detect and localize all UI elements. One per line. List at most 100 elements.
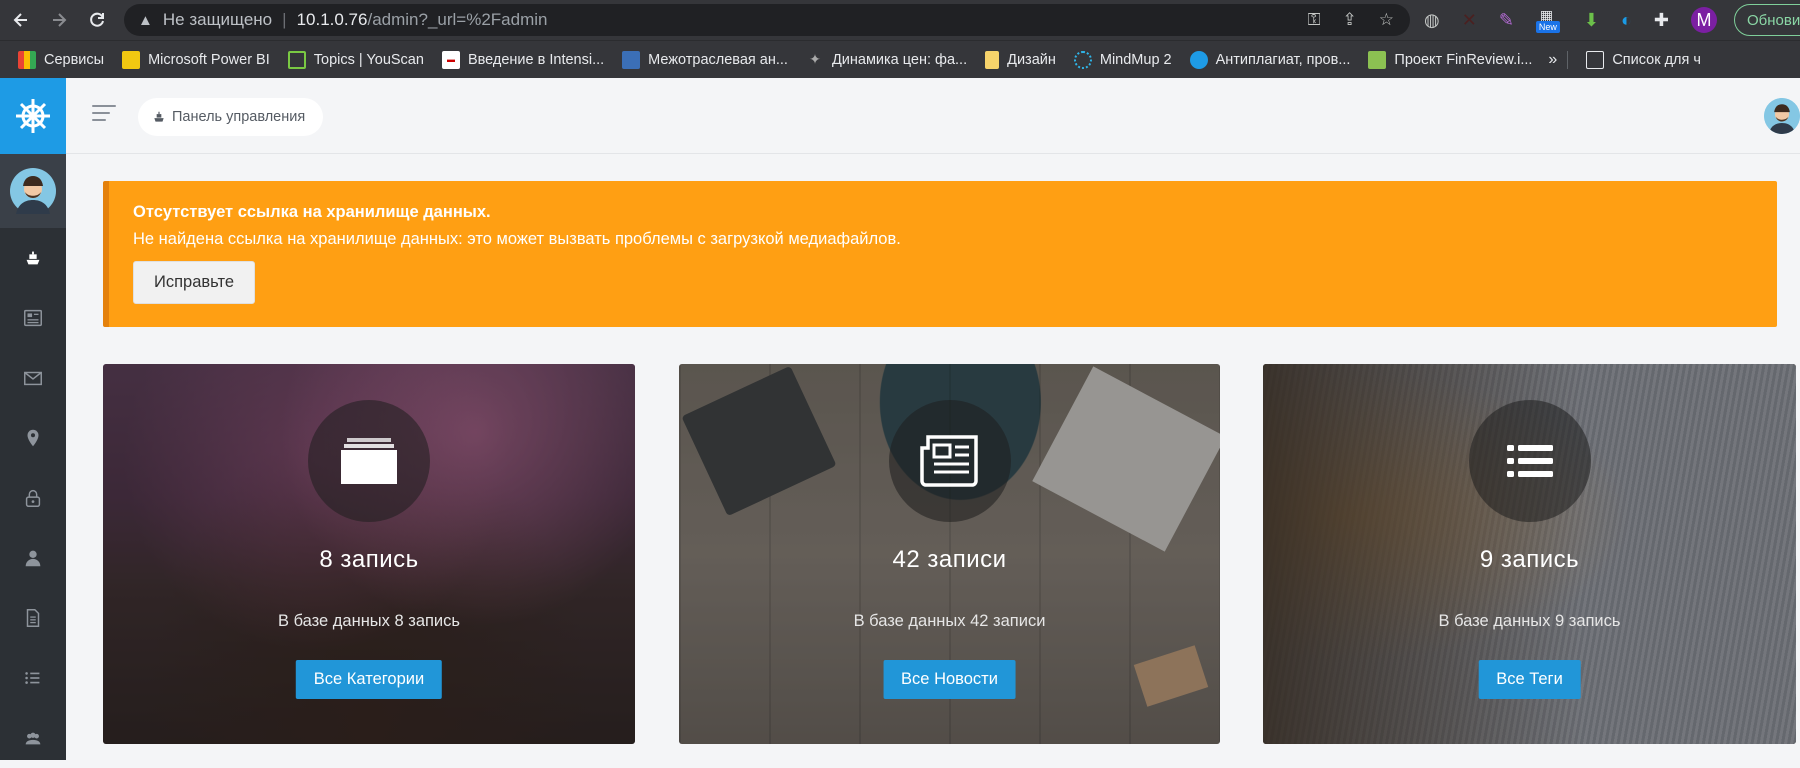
- ship-icon: [26, 251, 40, 265]
- sidebar-item-groups[interactable]: [0, 708, 66, 768]
- reading-list-button[interactable]: Список для ч: [1578, 50, 1711, 69]
- url-host: 10.1.0.76: [296, 10, 368, 29]
- sidebar-user-avatar[interactable]: [0, 154, 66, 228]
- powerbi-icon: [122, 50, 141, 69]
- update-button[interactable]: Обнови: [1734, 4, 1800, 36]
- sidebar-item-pages[interactable]: [0, 588, 66, 648]
- bookmark-item[interactable]: Антиплагиат, пров...: [1182, 50, 1361, 69]
- bookmark-item[interactable]: Проект FinReview.i...: [1360, 50, 1542, 69]
- share-icon[interactable]: ⇪: [1343, 10, 1357, 30]
- users-group-icon: [25, 732, 41, 745]
- mindmup-icon: [1073, 50, 1092, 69]
- map-pin-icon: [27, 429, 39, 447]
- storage-warning-alert: Отсутствует ссылка на хранилище данных. …: [103, 181, 1777, 327]
- app-header: Панель управления: [66, 78, 1800, 154]
- feather-icon[interactable]: ✎: [1499, 10, 1514, 31]
- ship-icon: [154, 111, 164, 122]
- all-news-button[interactable]: Все Новости: [883, 660, 1016, 699]
- alert-text: Не найдена ссылка на хранилище данных: э…: [133, 230, 901, 248]
- folder-yellow-icon: [985, 50, 1000, 69]
- puzzle-icon[interactable]: ✚: [1654, 10, 1669, 31]
- bookmarks-bar: Сервисы Microsoft Power BI Topics | YouS…: [0, 40, 1800, 78]
- card-subtitle: В базе данных 8 запись: [277, 612, 460, 630]
- bookmark-item[interactable]: Microsoft Power BI: [114, 50, 280, 69]
- intensive-icon: ▬: [441, 50, 460, 69]
- card-subtitle: В базе данных 42 записи: [853, 612, 1046, 630]
- bookmark-item[interactable]: Межотраслевая ан...: [614, 50, 798, 69]
- envelope-icon: [24, 371, 42, 386]
- categories-card: 8 запись В базе данных 8 запись Все Кате…: [103, 364, 635, 744]
- bookmark-item[interactable]: Дизайн: [977, 50, 1066, 69]
- card-icon-circle: [308, 400, 430, 522]
- list-icon: [1506, 445, 1553, 477]
- newspaper-icon: [24, 309, 42, 327]
- divider: [1567, 50, 1569, 69]
- warning-icon: ▲: [138, 11, 153, 29]
- url-path: /admin?_url=%2Fadmin: [367, 10, 548, 29]
- all-categories-button[interactable]: Все Категории: [295, 660, 443, 699]
- bookmark-item[interactable]: ✦ Динамика цен: фа...: [798, 51, 977, 69]
- address-bar[interactable]: ▲ Не защищено | 10.1.0.76/admin?_url=%2F…: [124, 4, 1410, 36]
- sidebar-item-users[interactable]: [0, 528, 66, 588]
- sidebar-item-locations[interactable]: [0, 408, 66, 468]
- bookmark-item[interactable]: ▬ Введение в Intensi...: [434, 50, 614, 69]
- forward-button[interactable]: [40, 0, 78, 40]
- header-user-avatar[interactable]: [1764, 98, 1800, 134]
- finreview-icon: [1368, 50, 1387, 69]
- card-count: 42 записи: [892, 546, 1007, 573]
- table-icon: [622, 50, 641, 69]
- sidebar-item-news[interactable]: [0, 288, 66, 348]
- avatar: [10, 168, 56, 214]
- globe-icon[interactable]: ◍: [1424, 10, 1440, 31]
- avatar: [1764, 98, 1800, 134]
- reading-list-icon: [1586, 50, 1605, 69]
- more-bookmarks-button[interactable]: »: [1548, 51, 1557, 69]
- tags-card: 9 запись В базе данных 9 запись Все Теги: [1263, 364, 1796, 744]
- breadcrumb[interactable]: Панель управления: [138, 98, 324, 136]
- user-icon: [25, 550, 41, 567]
- sidebar-item-security[interactable]: [0, 468, 66, 528]
- lock-icon: [25, 489, 41, 507]
- key-icon[interactable]: ⚿: [1308, 10, 1321, 30]
- extension-red-icon[interactable]: ✕: [1462, 10, 1477, 31]
- card-subtitle: В базе данных 9 запись: [1438, 612, 1621, 630]
- emblem-icon: ✦: [809, 51, 821, 67]
- arrow-left-icon: [13, 13, 27, 27]
- fix-button[interactable]: Исправьте: [133, 261, 256, 304]
- star-icon[interactable]: ☆: [1379, 10, 1394, 30]
- reload-button[interactable]: [78, 0, 116, 40]
- list-icon: [25, 672, 40, 684]
- profile-avatar[interactable]: M: [1690, 7, 1717, 33]
- download-extension-icon[interactable]: ⬇: [1584, 10, 1599, 31]
- sidebar-item-tags[interactable]: [0, 648, 66, 708]
- breadcrumb-label: Панель управления: [172, 109, 306, 125]
- news-card: 42 записи В базе данных 42 записи Все Но…: [679, 364, 1220, 744]
- bookmark-item[interactable]: Сервисы: [10, 50, 114, 69]
- sidebar-item-messages[interactable]: [0, 348, 66, 408]
- newspaper-icon: [919, 435, 978, 487]
- card-icon-circle: [888, 400, 1011, 522]
- youscan-icon: [287, 50, 306, 69]
- folder-icon: [341, 438, 397, 484]
- card-count: 9 запись: [1479, 546, 1580, 573]
- all-tags-button[interactable]: Все Теги: [1478, 660, 1581, 699]
- new-badge: New: [1535, 21, 1560, 33]
- card-icon-circle: [1468, 400, 1591, 522]
- ship-wheel-icon: [16, 99, 50, 133]
- back-button[interactable]: [2, 0, 40, 40]
- card-count: 8 запись: [319, 546, 419, 573]
- apps-grid-icon: [18, 50, 36, 69]
- cyan-extension-icon[interactable]: ◐: [1621, 10, 1632, 31]
- menu-toggle-icon[interactable]: [92, 105, 116, 125]
- url-separator: |: [282, 10, 287, 29]
- alert-title: Отсутствует ссылка на хранилище данных.: [133, 203, 491, 221]
- arrow-right-icon: [53, 13, 67, 27]
- bookmark-item[interactable]: MindMup 2: [1066, 50, 1182, 69]
- bookmark-item[interactable]: Topics | YouScan: [280, 50, 434, 69]
- logo[interactable]: [0, 78, 66, 154]
- extensions-bar: ◍ ✕ ✎ ▦ New ⬇ ◐ ✚ M: [1424, 4, 1717, 36]
- sidebar: [0, 78, 66, 760]
- new-extension-icon[interactable]: ▦ New: [1535, 7, 1562, 33]
- update-label: Обнови: [1747, 11, 1800, 29]
- sidebar-item-dashboard[interactable]: [0, 228, 66, 288]
